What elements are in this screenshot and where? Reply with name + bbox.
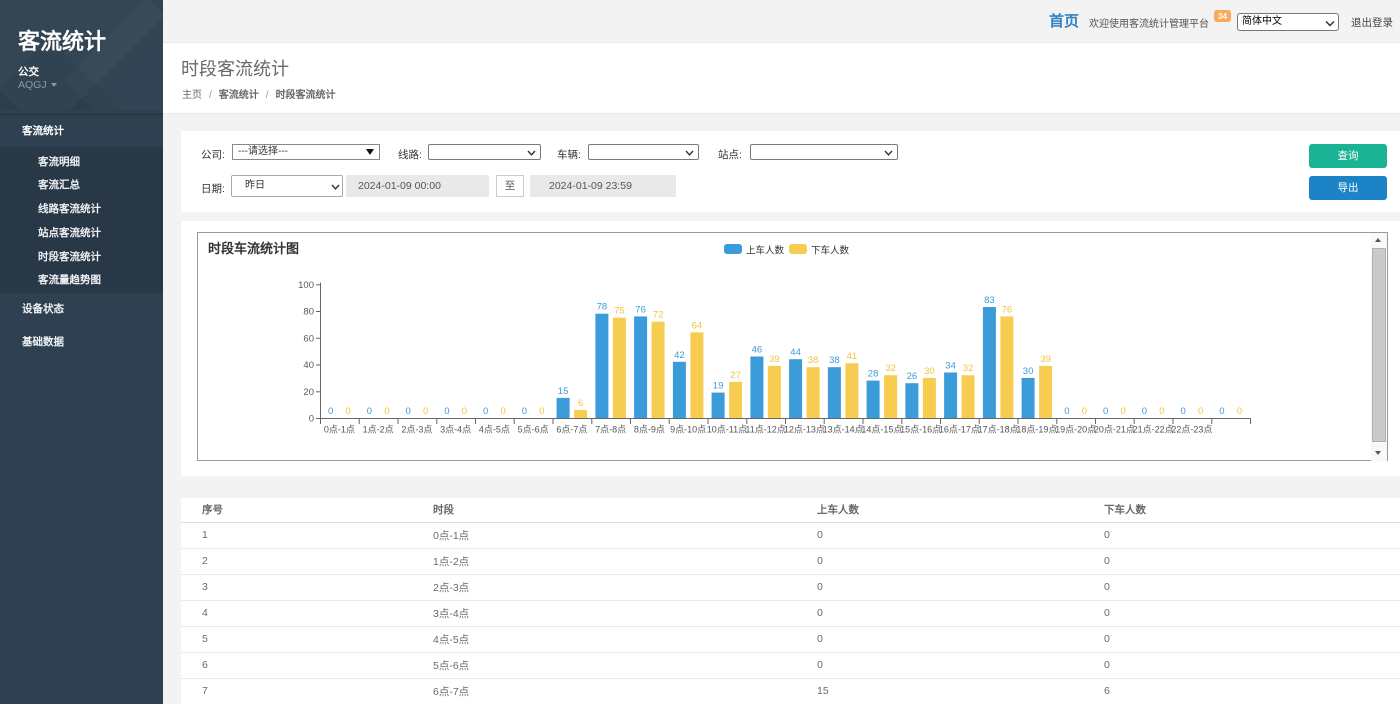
svg-text:0: 0 [1237, 406, 1242, 417]
svg-text:0: 0 [1103, 406, 1108, 417]
svg-text:75: 75 [614, 306, 625, 317]
svg-text:0: 0 [1142, 406, 1147, 417]
svg-text:5点-6点: 5点-6点 [518, 425, 549, 435]
svg-text:17点-18点: 17点-18点 [978, 425, 1019, 435]
svg-text:21点-22点: 21点-22点 [1133, 425, 1174, 435]
svg-text:0: 0 [444, 406, 449, 417]
svg-text:2点-3点: 2点-3点 [401, 425, 432, 435]
svg-text:64: 64 [692, 320, 703, 331]
svg-text:10点-11点: 10点-11点 [707, 425, 747, 435]
svg-text:38: 38 [829, 355, 840, 366]
svg-text:14点-15点: 14点-15点 [861, 425, 902, 435]
svg-text:78: 78 [597, 302, 608, 313]
svg-text:27: 27 [730, 370, 741, 381]
svg-text:9点-10点: 9点-10点 [670, 425, 706, 435]
svg-text:100: 100 [298, 280, 314, 291]
svg-text:0: 0 [483, 406, 488, 417]
svg-text:46: 46 [752, 345, 763, 356]
svg-text:0: 0 [384, 406, 389, 417]
svg-text:28: 28 [868, 369, 879, 380]
svg-text:34: 34 [945, 361, 956, 372]
svg-text:0: 0 [405, 406, 410, 417]
svg-text:38: 38 [808, 355, 819, 366]
svg-text:18点-19点: 18点-19点 [1016, 425, 1057, 435]
svg-text:60: 60 [303, 333, 314, 344]
svg-text:0: 0 [1064, 406, 1069, 417]
svg-text:12点-13点: 12点-13点 [784, 425, 825, 435]
svg-text:80: 80 [303, 307, 314, 318]
svg-text:13点-14点: 13点-14点 [823, 425, 864, 435]
svg-text:0: 0 [500, 406, 505, 417]
svg-text:3点-4点: 3点-4点 [440, 425, 471, 435]
svg-text:42: 42 [674, 350, 685, 361]
svg-text:32: 32 [963, 363, 974, 374]
svg-text:6点-7点: 6点-7点 [556, 425, 587, 435]
svg-text:76: 76 [635, 304, 646, 315]
svg-text:16点-17点: 16点-17点 [939, 425, 980, 435]
svg-text:76: 76 [1002, 304, 1013, 315]
svg-text:0: 0 [1159, 406, 1164, 417]
svg-text:20点-21点: 20点-21点 [1094, 425, 1135, 435]
svg-text:40: 40 [303, 360, 314, 371]
svg-text:0: 0 [423, 406, 428, 417]
svg-text:6: 6 [578, 398, 583, 409]
svg-text:0点-1点: 0点-1点 [324, 425, 355, 435]
svg-text:1点-2点: 1点-2点 [363, 425, 394, 435]
svg-text:22点-23点: 22点-23点 [1171, 425, 1212, 435]
svg-text:41: 41 [847, 351, 858, 362]
svg-text:0: 0 [328, 406, 333, 417]
svg-text:44: 44 [790, 347, 801, 358]
svg-text:32: 32 [885, 363, 896, 374]
svg-text:72: 72 [653, 310, 664, 321]
svg-text:0: 0 [367, 406, 372, 417]
svg-text:19: 19 [713, 381, 724, 392]
svg-text:8点-9点: 8点-9点 [634, 425, 665, 435]
svg-text:0: 0 [1120, 406, 1125, 417]
svg-text:26: 26 [907, 371, 918, 382]
svg-text:0: 0 [1219, 406, 1224, 417]
svg-text:30: 30 [1023, 366, 1034, 377]
svg-text:20: 20 [303, 387, 314, 398]
svg-text:0: 0 [1082, 406, 1087, 417]
svg-text:0: 0 [345, 406, 350, 417]
svg-text:下车人数: 下车人数 [811, 245, 850, 257]
svg-text:上车人数: 上车人数 [746, 245, 785, 257]
svg-text:11点-12点: 11点-12点 [745, 425, 785, 435]
svg-text:0: 0 [1198, 406, 1203, 417]
svg-text:83: 83 [984, 295, 995, 306]
svg-text:0: 0 [462, 406, 467, 417]
svg-text:15点-16点: 15点-16点 [900, 425, 941, 435]
svg-text:0: 0 [309, 414, 314, 425]
svg-text:39: 39 [769, 354, 780, 365]
svg-text:15: 15 [558, 386, 569, 397]
svg-text:0: 0 [1180, 406, 1185, 417]
svg-text:39: 39 [1040, 354, 1051, 365]
svg-text:0: 0 [522, 406, 527, 417]
svg-text:7点-8点: 7点-8点 [595, 425, 626, 435]
svg-text:19点-20点: 19点-20点 [1055, 425, 1096, 435]
svg-text:0: 0 [539, 406, 544, 417]
svg-text:30: 30 [924, 366, 935, 377]
svg-text:4点-5点: 4点-5点 [479, 425, 510, 435]
